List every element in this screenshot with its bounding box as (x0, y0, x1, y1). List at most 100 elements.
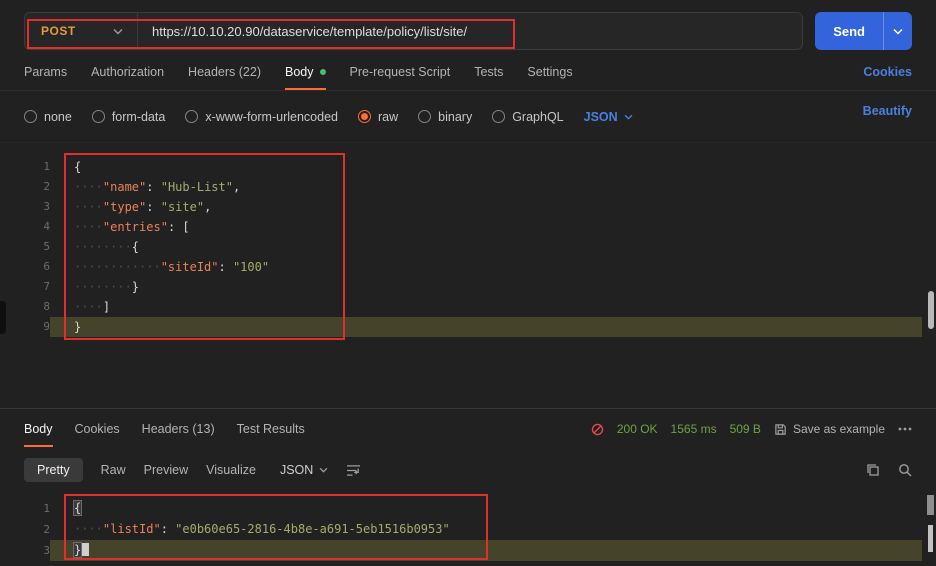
radio-circle (358, 110, 371, 123)
line-number: 4 (0, 217, 50, 237)
tab-pre-request-script[interactable]: Pre-request Script (350, 65, 451, 90)
line-number: 6 (0, 257, 50, 277)
tab-tests[interactable]: Tests (474, 65, 503, 90)
save-icon (774, 423, 787, 436)
code-line[interactable]: 2····"name": "Hub-List", (0, 177, 936, 197)
save-as-example-button[interactable]: Save as example (774, 422, 885, 436)
line-number: 7 (0, 277, 50, 297)
code-text: { (50, 498, 922, 519)
code-text: ············"siteId": "100" (50, 257, 922, 277)
code-line[interactable]: 1{ (0, 157, 936, 177)
radio-circle (185, 110, 198, 123)
send-button[interactable]: Send (815, 12, 912, 50)
request-body-editor[interactable]: 1{2····"name": "Hub-List",3····"type": "… (0, 142, 936, 408)
response-header: Body Cookies Headers (13) Test Results 2… (0, 409, 936, 447)
code-text: } (50, 540, 922, 561)
chevron-down-icon (113, 28, 123, 35)
response-format-dropdown[interactable]: JSON (280, 463, 328, 477)
line-number: 5 (0, 237, 50, 257)
line-number: 2 (0, 519, 50, 540)
code-line[interactable]: 2····"listId": "e0b60e65-2816-4b8e-a691-… (0, 519, 936, 540)
tab-headers[interactable]: Headers (22) (188, 65, 261, 90)
response-toolbar: Pretty Raw Preview Visualize JSON (0, 447, 936, 492)
response-body-editor[interactable]: 1{2····"listId": "e0b60e65-2816-4b8e-a69… (0, 492, 936, 566)
response-meta: 200 OK 1565 ms 509 B Save as example (591, 422, 912, 447)
line-number: 2 (0, 177, 50, 197)
beautify-link[interactable]: Beautify (863, 104, 912, 129)
postman-window: POST https://10.10.20.90/dataservice/tem… (0, 0, 936, 566)
code-line[interactable]: 3····"type": "site", (0, 197, 936, 217)
response-editor-lines: 1{2····"listId": "e0b60e65-2816-4b8e-a69… (0, 498, 936, 561)
code-line[interactable]: 1{ (0, 498, 936, 519)
code-line[interactable]: 4····"entries": [ (0, 217, 936, 237)
code-line[interactable]: 3} (0, 540, 936, 561)
request-tabs: Params Authorization Headers (22) Body P… (0, 50, 936, 91)
radio-raw[interactable]: raw (358, 110, 398, 124)
code-line[interactable]: 9} (0, 317, 936, 337)
view-visualize[interactable]: Visualize (206, 463, 256, 477)
tab-body[interactable]: Body (285, 65, 326, 90)
radio-form-data[interactable]: form-data (92, 110, 166, 124)
response-size[interactable]: 509 B (730, 422, 761, 436)
code-line[interactable]: 7········} (0, 277, 936, 297)
tab-settings[interactable]: Settings (527, 65, 572, 90)
send-options-chevron-icon[interactable] (884, 12, 912, 50)
method-label: POST (41, 24, 76, 38)
code-line[interactable]: 5········{ (0, 237, 936, 257)
wrap-text-icon[interactable] (346, 464, 361, 477)
response-tab-cookies[interactable]: Cookies (75, 422, 120, 447)
code-text: ····"name": "Hub-List", (50, 177, 922, 197)
copy-icon[interactable] (866, 463, 880, 477)
toolbar-right-icons (866, 463, 912, 477)
response-tab-headers[interactable]: Headers (13) (142, 422, 215, 447)
method-dropdown[interactable]: POST (25, 13, 137, 49)
url-input[interactable]: https://10.10.20.90/dataservice/template… (152, 24, 467, 39)
response-time[interactable]: 1565 ms (671, 422, 717, 436)
line-number: 3 (0, 540, 50, 561)
radio-x-www-form-urlencoded[interactable]: x-www-form-urlencoded (185, 110, 338, 124)
status-code[interactable]: 200 OK (617, 422, 658, 436)
search-icon[interactable] (898, 463, 912, 477)
code-text: { (50, 157, 922, 177)
code-text: ····"listId": "e0b60e65-2816-4b8e-a691-5… (50, 519, 922, 540)
line-number: 1 (0, 157, 50, 177)
ssl-warning-icon[interactable] (591, 423, 604, 436)
view-pretty[interactable]: Pretty (24, 458, 83, 482)
code-text: ····] (50, 297, 922, 317)
radio-circle (492, 110, 505, 123)
code-text: ····"type": "site", (50, 197, 922, 217)
code-line[interactable]: 6············"siteId": "100" (0, 257, 936, 277)
code-text: ····"entries": [ (50, 217, 922, 237)
send-label: Send (815, 12, 883, 50)
url-container: POST https://10.10.20.90/dataservice/tem… (24, 12, 803, 50)
response-editor-scroll-mark (928, 525, 933, 552)
radio-none[interactable]: none (24, 110, 72, 124)
response-tab-test-results[interactable]: Test Results (237, 422, 305, 447)
code-text: ········{ (50, 237, 922, 257)
request-bar: POST https://10.10.20.90/dataservice/tem… (0, 0, 936, 50)
line-number: 9 (0, 317, 50, 337)
view-raw[interactable]: Raw (101, 463, 126, 477)
response-editor-scrollbar[interactable] (927, 495, 934, 515)
body-has-content-dot (320, 69, 326, 75)
radio-binary[interactable]: binary (418, 110, 472, 124)
tab-params[interactable]: Params (24, 65, 67, 90)
response-tab-body[interactable]: Body (24, 422, 53, 447)
sidebar-collapse-handle[interactable] (0, 301, 6, 334)
request-editor-scrollbar[interactable] (928, 291, 934, 329)
tab-authorization[interactable]: Authorization (91, 65, 164, 90)
cookies-link[interactable]: Cookies (863, 65, 912, 90)
request-editor-lines: 1{2····"name": "Hub-List",3····"type": "… (0, 157, 936, 337)
code-line[interactable]: 8····] (0, 297, 936, 317)
method-url-divider (137, 13, 138, 49)
chevron-down-icon (319, 467, 328, 473)
radio-circle (24, 110, 37, 123)
radio-circle (418, 110, 431, 123)
view-preview[interactable]: Preview (144, 463, 188, 477)
code-text: ········} (50, 277, 922, 297)
body-format-dropdown[interactable]: JSON (584, 110, 633, 124)
radio-graphql[interactable]: GraphQL (492, 110, 563, 124)
more-options-icon[interactable] (898, 427, 912, 431)
line-number: 1 (0, 498, 50, 519)
code-text: } (50, 317, 922, 337)
